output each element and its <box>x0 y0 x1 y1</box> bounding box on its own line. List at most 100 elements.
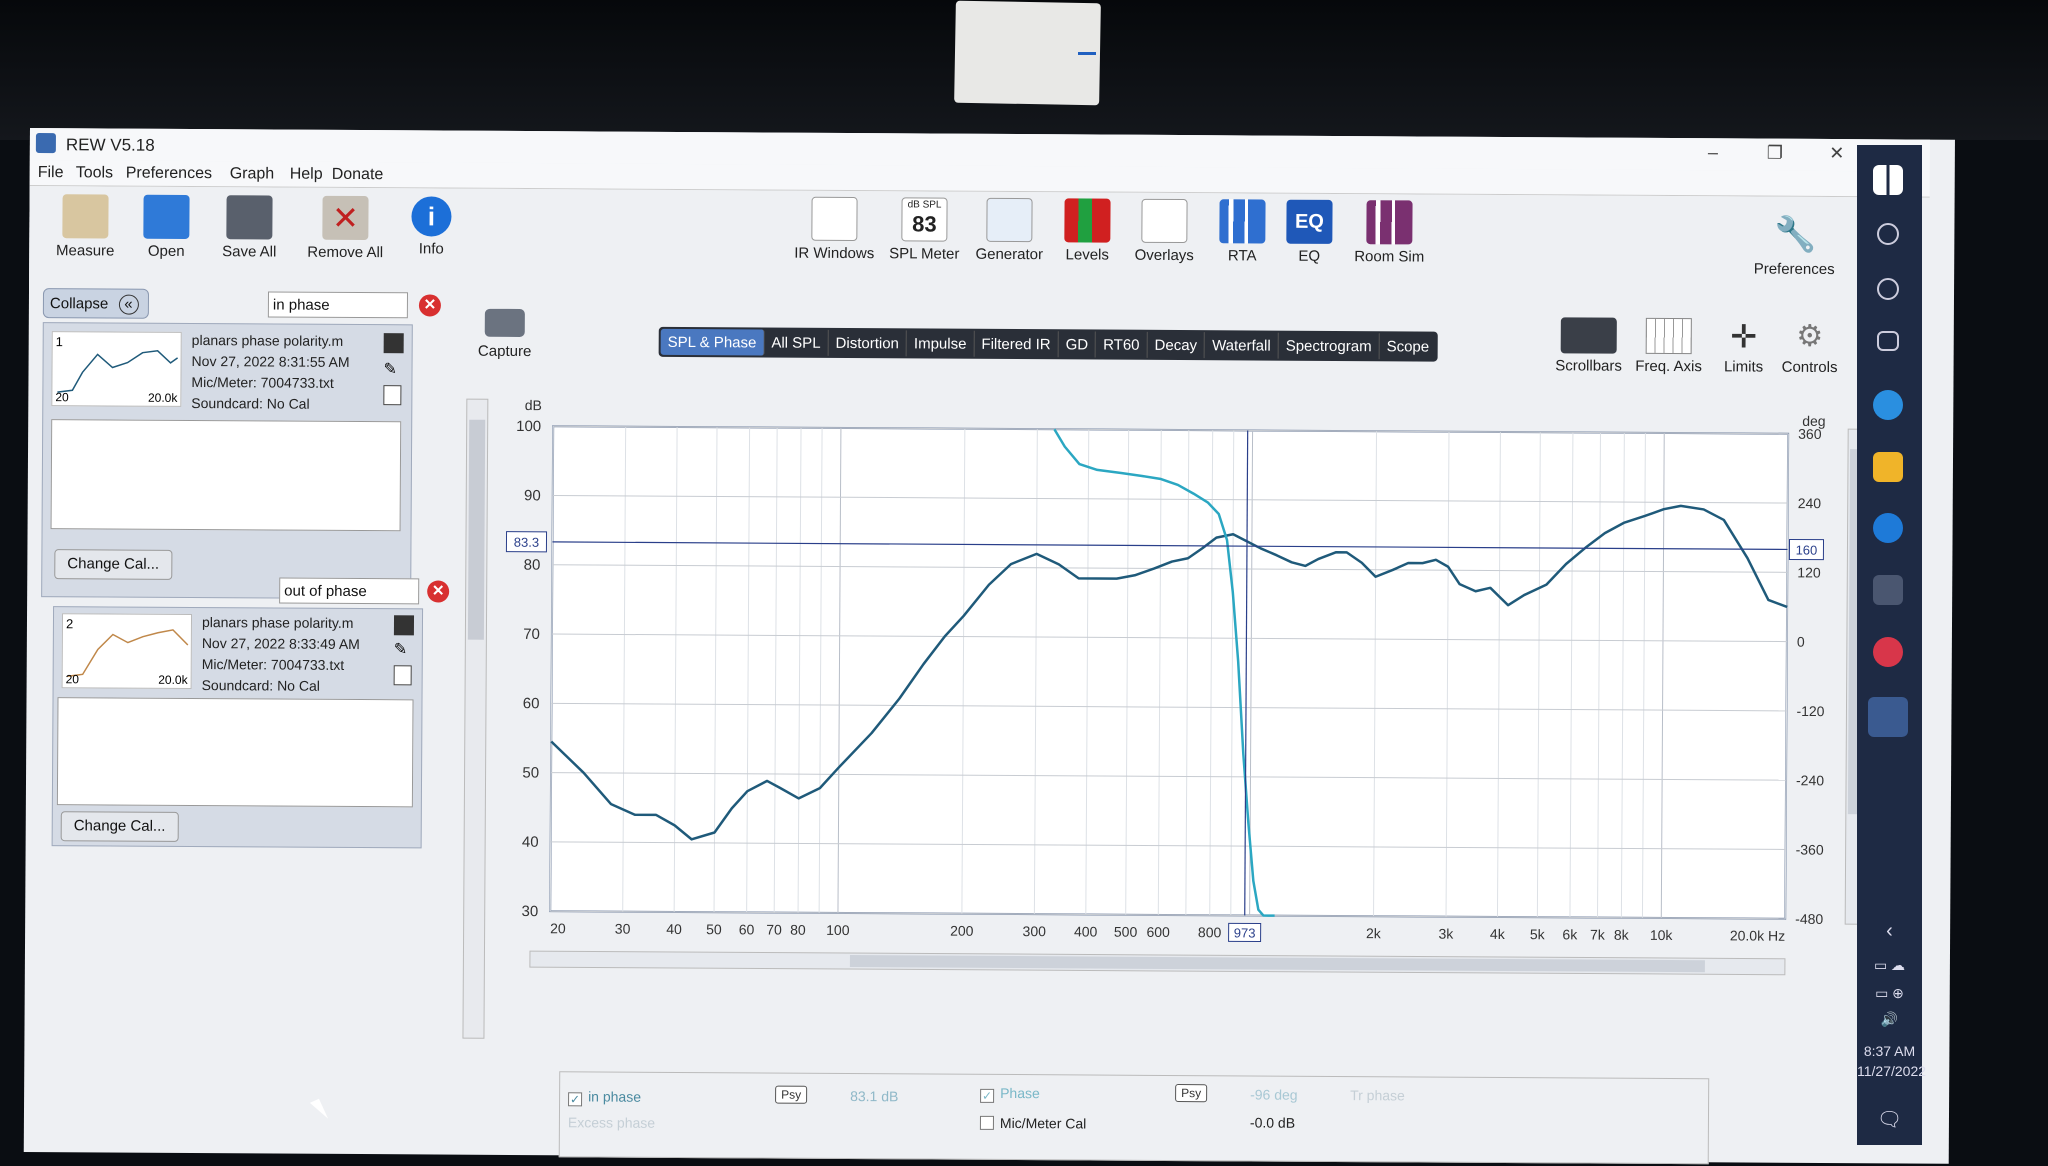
overlays-icon <box>1141 198 1188 244</box>
legend-phase-checkbox[interactable]: ✓ <box>980 1088 995 1103</box>
measurement-1-thumb-right: 20.0k <box>147 390 178 405</box>
tab-filtered-ir[interactable]: Filtered IR <box>974 330 1059 358</box>
close-window-button[interactable]: ✕ <box>1822 143 1852 164</box>
internet-explorer-icon[interactable] <box>1873 513 1903 543</box>
measurement-1-change-cal-button[interactable]: Change Cal... <box>54 549 173 580</box>
tab-spectrogram[interactable]: Spectrogram <box>1278 332 1380 360</box>
windows-start-icon[interactable] <box>1873 165 1903 195</box>
freq-axis-label: Freq. Axis <box>1635 357 1702 376</box>
measure-button[interactable]: Measure <box>45 194 125 260</box>
task-view-icon[interactable] <box>1877 331 1899 351</box>
tab-waterfall[interactable]: Waterfall <box>1205 332 1279 359</box>
ir-windows-button[interactable]: IR Windows <box>789 196 879 263</box>
menu-file[interactable]: File <box>38 164 64 182</box>
folder-icon <box>143 194 190 239</box>
x-tick-label: 30 <box>615 921 631 937</box>
measurement-1-name-input[interactable] <box>267 291 409 319</box>
menu-help[interactable]: Help <box>290 166 323 184</box>
eq-button[interactable]: EQ EQ <box>1279 199 1339 265</box>
limits-button[interactable]: ✛ Limits <box>1709 318 1779 375</box>
menu-preferences[interactable]: Preferences <box>126 165 212 184</box>
freq-axis-button[interactable]: Freq. Axis <box>1629 317 1709 376</box>
open-button[interactable]: Open <box>131 194 201 260</box>
rew-taskbar-icon[interactable] <box>1868 697 1908 737</box>
menu-graph[interactable]: Graph <box>230 165 275 183</box>
tray-icons[interactable]: ▭ ☁ <box>1857 957 1922 974</box>
audio-app-icon[interactable] <box>1873 637 1903 667</box>
x-tick-label: 50 <box>706 921 722 937</box>
measurement-1-notes-icon[interactable] <box>383 385 402 406</box>
menu-donate[interactable]: Donate <box>332 166 384 184</box>
measurement-1-notes[interactable] <box>50 419 402 532</box>
collapse-button[interactable]: Collapse « <box>42 288 150 319</box>
generator-button[interactable]: Generator <box>969 197 1049 264</box>
edge-icon[interactable] <box>1873 390 1903 420</box>
measurement-2-notes-icon[interactable] <box>393 665 412 686</box>
generator-label: Generator <box>975 245 1044 264</box>
tab-impulse[interactable]: Impulse <box>906 330 975 357</box>
search-icon[interactable] <box>1877 223 1899 245</box>
scrollbars-button[interactable]: Scrollbars <box>1549 317 1629 375</box>
taskbar-time[interactable]: 8:37 AM <box>1857 1043 1922 1059</box>
tab-gd[interactable]: GD <box>1058 331 1097 358</box>
levels-button[interactable]: Levels <box>1054 198 1120 264</box>
room-sim-button[interactable]: Room Sim <box>1344 200 1434 266</box>
plot-area <box>549 425 1790 920</box>
tab-rt60[interactable]: RT60 <box>1096 331 1148 358</box>
legend-in-phase-checkbox[interactable]: ✓ <box>568 1092 583 1107</box>
legend-mic-cal-checkbox[interactable] <box>979 1115 994 1130</box>
cortana-icon[interactable] <box>1877 278 1899 300</box>
controls-button[interactable]: ⚙ Controls <box>1775 319 1845 376</box>
rta-button[interactable]: RTA <box>1209 199 1275 264</box>
limits-icon: ✛ <box>1730 318 1758 355</box>
legend-phase[interactable]: ✓ Phase <box>980 1085 1040 1103</box>
preferences-button[interactable]: 🔧 Preferences <box>1744 212 1844 278</box>
spl-meter-button[interactable]: dB SPL 83 SPL Meter <box>884 197 964 263</box>
x-tick-label: 10k <box>1650 927 1674 943</box>
measurement-1-edit-icon[interactable]: ✎ <box>383 359 397 379</box>
spl-phase-graph[interactable]: 30 40 50 60 70 80 90 100 -480 -360 -240 -120 0 120 240… <box>465 371 1869 1000</box>
open-label: Open <box>147 242 185 260</box>
pulse-app-icon[interactable] <box>1873 575 1903 605</box>
legend-in-phase[interactable]: ✓ in phase <box>568 1088 641 1107</box>
measurement-card-2[interactable]: 2 20 20.0k planars phase polarity.m Nov … <box>51 606 424 849</box>
tab-decay[interactable]: Decay <box>1147 331 1206 359</box>
legend-psy-1[interactable]: Psy <box>775 1085 808 1104</box>
measurement-2-color-icon[interactable] <box>393 615 415 636</box>
tab-spl-phase[interactable]: SPL & Phase <box>660 328 765 356</box>
measurement-2-change-cal-button[interactable]: Change Cal... <box>60 811 179 842</box>
y-unit-label: dB <box>525 397 542 413</box>
remove-all-button[interactable]: ✕ Remove All <box>297 195 393 262</box>
tray-chevron-icon[interactable]: ‹ <box>1857 920 1922 943</box>
remove-measurement-2-button[interactable]: ✕ <box>427 580 450 603</box>
collapse-chevron-icon: « <box>118 294 139 315</box>
capture-button[interactable]: Capture <box>465 308 545 360</box>
menu-tools[interactable]: Tools <box>76 164 113 182</box>
measurement-2-notes[interactable] <box>56 697 414 808</box>
legend-psy-2[interactable]: Psy <box>1175 1084 1208 1103</box>
tray-network-icon[interactable]: ▭ ⊕ <box>1857 985 1922 1002</box>
save-all-button[interactable]: Save All <box>209 195 289 261</box>
measurement-2-name-input[interactable] <box>279 577 420 605</box>
file-explorer-icon[interactable] <box>1873 452 1903 482</box>
measurement-2-edit-icon[interactable]: ✎ <box>394 639 408 659</box>
remove-measurement-1-button[interactable]: ✕ <box>418 294 441 317</box>
info-button[interactable]: i Info <box>401 196 461 258</box>
x-tick-label: 40 <box>666 921 682 937</box>
measurement-1-color-icon[interactable] <box>383 333 404 354</box>
notification-icon[interactable]: 🗨 <box>1857 1107 1922 1132</box>
volume-icon[interactable]: 🔊 <box>1857 1011 1922 1028</box>
y-tick-label: 100 <box>516 418 541 435</box>
measurement-card-1[interactable]: 1 20 20.0k planars phase polarity.m Nov … <box>41 322 413 600</box>
minimize-button[interactable]: – <box>1698 142 1728 163</box>
tab-distortion[interactable]: Distortion <box>828 329 908 357</box>
x-tick-label: 8k <box>1614 927 1630 943</box>
overlays-button[interactable]: Overlays <box>1124 198 1204 264</box>
graph-svg[interactable]: 30 40 50 60 70 80 90 100 -480 -360 -240 -120 0 120 240… <box>465 371 1869 1000</box>
legend-mic-cal[interactable]: Mic/Meter Cal <box>979 1115 1086 1131</box>
tab-scope[interactable]: Scope <box>1380 333 1437 359</box>
x-tick-label: 7k <box>1590 927 1606 943</box>
restore-button[interactable]: ❐ <box>1760 143 1790 164</box>
taskbar-date[interactable]: 11/27/2022 <box>1857 1063 1926 1079</box>
tab-all-spl[interactable]: All SPL <box>764 329 829 356</box>
